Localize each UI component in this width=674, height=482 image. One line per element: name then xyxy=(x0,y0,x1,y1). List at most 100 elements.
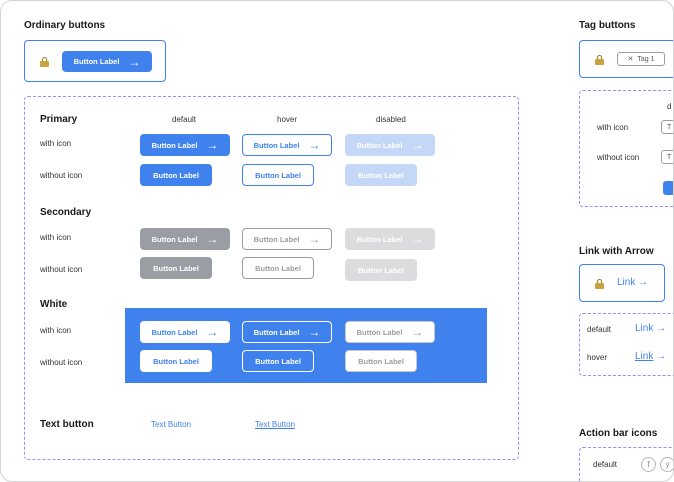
twitter-icon[interactable]: y xyxy=(660,457,673,472)
col-hover: hover xyxy=(277,115,298,124)
tag-label: T xyxy=(667,153,672,161)
arrow-right-icon: → xyxy=(308,325,321,339)
tag-with-icon-button[interactable]: T xyxy=(661,120,673,134)
link-hover-label: hover xyxy=(587,353,608,362)
lock-icon xyxy=(595,279,604,289)
secondary-hover-button[interactable]: Button Label xyxy=(242,257,314,279)
button-label: Button Label xyxy=(356,234,403,244)
twitter-glyph: y xyxy=(665,460,670,469)
link-arrow-title: Link with Arrow xyxy=(579,246,654,257)
link-label: Link xyxy=(635,351,654,362)
arrow-right-icon: → xyxy=(206,325,219,339)
primary-default-icon-button[interactable]: Button Label → xyxy=(140,134,230,156)
button-label: Button Label xyxy=(255,356,301,366)
link-default[interactable]: Link → xyxy=(635,323,666,334)
button-label: Button Label xyxy=(151,327,198,337)
link-default-label: default xyxy=(587,325,612,334)
secondary-with-icon-label: with icon xyxy=(40,233,72,242)
arrow-right-icon: → xyxy=(656,351,667,362)
arrow-right-icon: → xyxy=(128,54,141,69)
primary-hover-button[interactable]: Button Label xyxy=(242,164,314,186)
tag-without-icon-label: without icon xyxy=(597,153,640,162)
link-hover[interactable]: Link → xyxy=(635,351,666,362)
tag-buttons-title: Tag buttons xyxy=(579,20,636,31)
button-label: Button Label xyxy=(358,170,404,180)
white-with-icon-label: with icon xyxy=(40,326,72,335)
primary-with-icon-label: with icon xyxy=(40,139,72,148)
secondary-title: Secondary xyxy=(40,207,92,218)
primary-title: Primary xyxy=(40,114,78,125)
lock-icon xyxy=(595,55,604,65)
col-disabled: disabled xyxy=(376,115,406,124)
primary-disabled-button: Button Label xyxy=(345,164,417,186)
button-label: Button Label xyxy=(253,140,300,150)
arrow-right-icon: → xyxy=(308,232,321,246)
white-title: White xyxy=(40,299,68,310)
text-button-hover[interactable]: Text Button xyxy=(255,420,295,429)
tag-buttons-card: ✕ Tag 1 xyxy=(579,40,673,78)
primary-default-button[interactable]: Button Label xyxy=(140,164,212,186)
action-bar-default-label: default xyxy=(593,460,618,469)
white-disabled-icon-button: Button Label → xyxy=(345,321,435,343)
arrow-right-icon: → xyxy=(411,325,424,339)
secondary-disabled-icon-button: Button Label → xyxy=(345,228,435,250)
arrow-right-icon: → xyxy=(206,232,219,246)
link-label: Link xyxy=(617,277,636,288)
button-label: Button Label xyxy=(356,327,403,337)
close-icon: ✕ xyxy=(627,56,634,63)
button-label: Button Label xyxy=(151,140,198,150)
arrow-right-icon: → xyxy=(206,138,219,152)
button-label: Button Label xyxy=(153,263,199,273)
text-button-default[interactable]: Text Button xyxy=(151,420,191,429)
secondary-disabled-button: Button Label xyxy=(345,259,417,281)
primary-hover-icon-button[interactable]: Button Label → xyxy=(242,134,332,156)
facebook-icon[interactable]: f xyxy=(641,457,656,472)
ordinary-primary-button[interactable]: Button Label → xyxy=(62,51,152,72)
ordinary-buttons-card: Button Label → xyxy=(24,40,166,82)
tag-button[interactable]: ✕ Tag 1 xyxy=(617,52,665,66)
secondary-default-icon-button[interactable]: Button Label → xyxy=(140,228,230,250)
white-default-button[interactable]: Button Label xyxy=(140,350,212,372)
text-button-title: Text button xyxy=(40,419,94,430)
canvas: Ordinary buttons Button Label → default … xyxy=(0,0,674,482)
action-bar-title: Action bar icons xyxy=(579,428,658,439)
button-label: Button Label xyxy=(356,140,403,150)
tag-buttons-panel xyxy=(579,90,673,207)
arrow-right-icon: → xyxy=(411,138,424,152)
arrow-right-icon: → xyxy=(638,277,649,288)
white-without-icon-label: without icon xyxy=(40,358,83,367)
button-label: Button Label xyxy=(358,265,404,275)
arrow-right-icon: → xyxy=(656,323,667,334)
primary-without-icon-label: without icon xyxy=(40,171,83,180)
arrow-right-icon: → xyxy=(411,232,424,246)
tag-primary-button[interactable] xyxy=(663,181,673,195)
arrow-right-icon: → xyxy=(308,138,321,152)
lock-icon xyxy=(40,57,49,67)
button-label: Button Label xyxy=(253,327,300,337)
tag-label: Tag 1 xyxy=(637,55,655,63)
button-label: Button Label xyxy=(358,356,404,366)
link-with-arrow[interactable]: Link → xyxy=(617,277,648,288)
tag-col-default-partial: d xyxy=(667,102,672,111)
primary-disabled-icon-button: Button Label → xyxy=(345,134,435,156)
ordinary-buttons-title: Ordinary buttons xyxy=(24,20,106,31)
button-label: Button Label xyxy=(151,234,198,244)
button-label: Button Label xyxy=(73,57,120,66)
col-default: default xyxy=(172,115,197,124)
secondary-without-icon-label: without icon xyxy=(40,265,83,274)
facebook-glyph: f xyxy=(647,460,650,469)
white-hover-button[interactable]: Button Label xyxy=(242,350,314,372)
button-label: Button Label xyxy=(255,263,301,273)
tag-label: T xyxy=(667,123,672,131)
secondary-default-button[interactable]: Button Label xyxy=(140,257,212,279)
button-label: Button Label xyxy=(153,170,199,180)
link-label: Link xyxy=(635,323,654,334)
button-label: Button Label xyxy=(153,356,199,366)
button-label: Button Label xyxy=(253,234,300,244)
white-disabled-button: Button Label xyxy=(345,350,417,372)
tag-without-icon-button[interactable]: T xyxy=(661,150,673,164)
tag-with-icon-label: with icon xyxy=(597,123,629,132)
white-default-icon-button[interactable]: Button Label → xyxy=(140,321,230,343)
white-hover-icon-button[interactable]: Button Label → xyxy=(242,321,332,343)
secondary-hover-icon-button[interactable]: Button Label → xyxy=(242,228,332,250)
